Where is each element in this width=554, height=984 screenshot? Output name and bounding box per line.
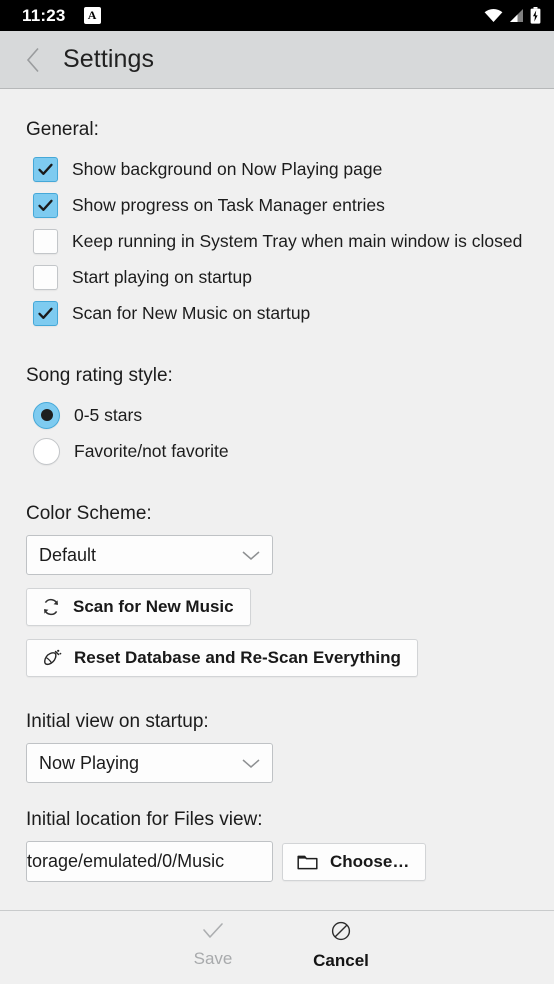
settings-content: General: Show background on Now Playing … [0,89,554,910]
radio-row-stars[interactable]: 0-5 stars [26,397,528,433]
scan-button-row: Scan for New Music [26,588,528,626]
checkbox-row-scan-startup[interactable]: Scan for New Music on startup [26,295,528,331]
cellular-signal-icon [509,8,524,23]
files-location-row: torage/emulated/0/Music Choose… [26,841,528,882]
refresh-icon [41,597,61,617]
files-location-value: torage/emulated/0/Music [27,851,225,871]
checkbox-row-keep-running[interactable]: Keep running in System Tray when main wi… [26,223,528,259]
app-notification-icon: A [83,7,101,24]
folder-icon [297,853,318,871]
color-scheme-select[interactable]: Default [26,535,273,575]
app-header: Settings [0,31,554,89]
radio-favorite-not-favorite[interactable] [33,437,60,465]
checkbox-show-background[interactable] [33,156,58,182]
chevron-down-icon [240,549,262,562]
checkbox-keep-running[interactable] [33,228,58,254]
checkbox-label: Start playing on startup [72,266,252,287]
prohibition-icon [330,920,352,942]
general-section-label: General: [26,119,99,140]
cancel-button[interactable]: Cancel [293,920,389,971]
chevron-left-icon [26,47,41,73]
save-button-label: Save [193,949,233,968]
reset-button-label: Reset Database and Re-Scan Everything [74,648,401,667]
radio-label: Favorite/not favorite [74,440,229,461]
reset-button-row: Reset Database and Re-Scan Everything [26,639,528,677]
reset-database-button[interactable]: Reset Database and Re-Scan Everything [26,639,418,677]
initial-view-select[interactable]: Now Playing [26,743,273,783]
checkbox-show-progress[interactable] [33,192,58,218]
page-title: Settings [63,45,155,73]
radio-dot [40,409,53,421]
status-time: 11:23 [22,5,66,25]
battery-charging-icon [530,7,541,24]
checkbox-start-playing[interactable] [33,264,58,290]
broom-icon [41,648,62,668]
color-scheme-value: Default [39,544,97,565]
status-icons [484,7,541,24]
files-location-input[interactable]: torage/emulated/0/Music [26,841,273,882]
footer-actions: Save Cancel [0,910,554,984]
scan-button-label: Scan for New Music [73,597,234,616]
chevron-down-icon [240,757,262,770]
save-button[interactable]: Save [165,922,261,969]
checkbox-row-show-background[interactable]: Show background on Now Playing page [26,151,528,187]
back-button[interactable] [14,41,52,79]
radio-zero-to-five-stars[interactable] [33,401,60,429]
scan-for-new-music-button[interactable]: Scan for New Music [26,588,251,626]
check-icon [200,922,226,940]
checkbox-label: Scan for New Music on startup [72,302,311,323]
checkbox-row-start-playing[interactable]: Start playing on startup [26,259,528,295]
settings-screen: 11:23 A Settings General: Show backgroun… [0,0,554,984]
checkbox-label: Keep running in System Tray when main wi… [72,230,523,251]
choose-button-label: Choose… [330,851,410,871]
radio-row-favorite[interactable]: Favorite/not favorite [26,433,528,469]
checkbox-label: Show background on Now Playing page [72,158,383,179]
checkbox-row-show-progress[interactable]: Show progress on Task Manager entries [26,187,528,223]
choose-folder-button[interactable]: Choose… [282,842,427,881]
files-location-label: Initial location for Files view: [26,809,263,830]
checkbox-scan-startup[interactable] [33,300,58,326]
initial-view-value: Now Playing [39,752,140,773]
cancel-button-label: Cancel [313,951,369,970]
radio-label: 0-5 stars [74,404,143,425]
status-bar: 11:23 A [0,0,554,31]
color-scheme-label: Color Scheme: [26,503,152,524]
rating-section-label: Song rating style: [26,365,173,386]
checkbox-label: Show progress on Task Manager entries [72,194,385,215]
initial-view-label: Initial view on startup: [26,711,209,732]
wifi-icon [484,8,503,23]
